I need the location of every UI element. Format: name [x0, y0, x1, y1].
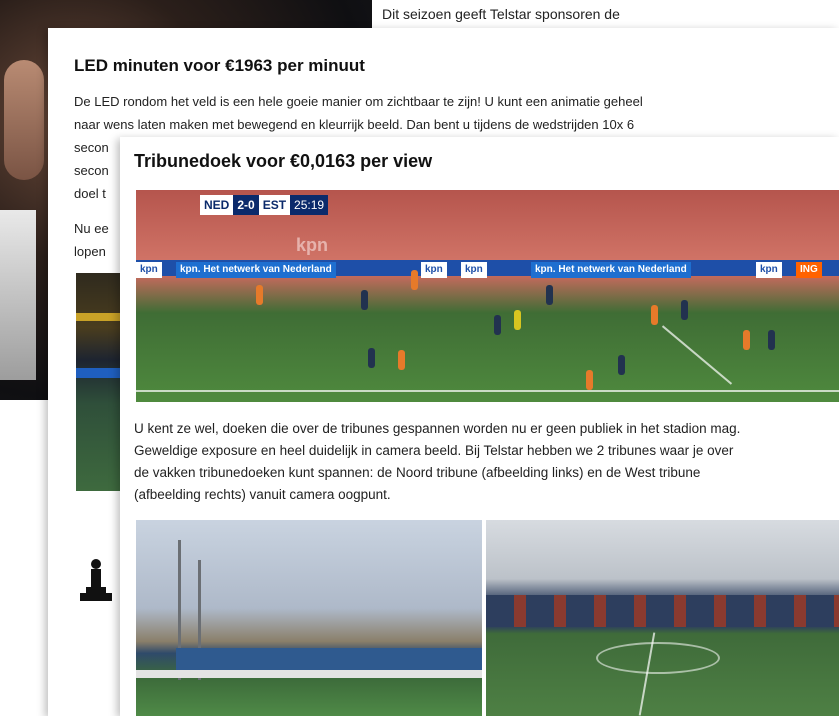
player [681, 300, 688, 320]
north-stand-photo [136, 520, 482, 716]
player [743, 330, 750, 350]
scoreboard-home: NED [200, 195, 234, 215]
led-text-line: doel t [74, 186, 106, 201]
scoreboard-clock: 25:19 [290, 195, 329, 215]
player [618, 355, 625, 375]
player [361, 290, 368, 310]
paragraph-line: U kent ze wel, doeken die over de tribun… [134, 421, 741, 436]
player-shirt [0, 210, 36, 380]
led-text-line: De LED rondom het veld is een hele goeie… [74, 94, 643, 109]
player [651, 305, 658, 325]
sponsor-kpn-slogan: kpn. Het netwerk van Nederland [531, 262, 691, 278]
tribunedoek-heading: Tribunedoek voor €0,0163 per view [134, 151, 433, 171]
led-heading: LED minuten voor €1963 per minuut [74, 56, 365, 75]
player [546, 285, 553, 305]
north-stand [176, 648, 482, 670]
paragraph-line: Geweldige exposure en heel duidelijk in … [134, 443, 734, 458]
player [368, 348, 375, 368]
player [256, 285, 263, 305]
stand-sponsor-text: kpn [296, 235, 329, 255]
pitch-line [661, 325, 733, 385]
west-stand-photo [486, 520, 839, 716]
led-board-strip: kpn kpn. Het netwerk van Nederland kpn k… [136, 260, 839, 278]
scoreboard-score: 2-0 [233, 195, 259, 215]
player [494, 315, 501, 335]
player [411, 270, 418, 290]
scoreboard: NED 2-0 EST 25:19 [200, 195, 329, 215]
sponsor-kpn: kpn [421, 262, 447, 278]
back-page-text: Dit seizoen geeft Telstar sponsoren de [382, 6, 620, 22]
match-broadcast-photo: kpn kpn. Het netwerk van Nederland kpn k… [136, 190, 839, 402]
led-text-line: secon [74, 140, 109, 155]
statue-icon [80, 559, 112, 601]
player-arm [4, 60, 44, 180]
scoreboard-away: EST [258, 195, 291, 215]
led-text-line: secon [74, 163, 109, 178]
sponsor-kpn: kpn [136, 262, 162, 278]
led-text-line: naar wens laten maken met bewegend en kl… [74, 117, 635, 132]
player [398, 350, 405, 370]
led-text-line: lopen [74, 244, 106, 259]
referee [514, 310, 521, 330]
paragraph-line: (afbeelding rechts) vanuit camera oogpun… [134, 487, 391, 502]
player [586, 370, 593, 390]
led-text-line: Nu ee [74, 221, 109, 236]
center-circle [596, 642, 720, 674]
west-stand [486, 595, 839, 627]
advertising-boards [136, 670, 482, 678]
player [768, 330, 775, 350]
sponsor-kpn: kpn [461, 262, 487, 278]
sponsor-kpn: kpn [756, 262, 782, 278]
sponsor-kpn-slogan: kpn. Het netwerk van Nederland [176, 262, 336, 278]
tribunedoek-page: Tribunedoek voor €0,0163 per view kpn kp… [120, 137, 839, 716]
paragraph-line: de vakken tribunedoeken kunt spannen: de… [134, 465, 701, 480]
sponsor-ing: ING [796, 262, 822, 278]
pitch-line [136, 390, 839, 392]
